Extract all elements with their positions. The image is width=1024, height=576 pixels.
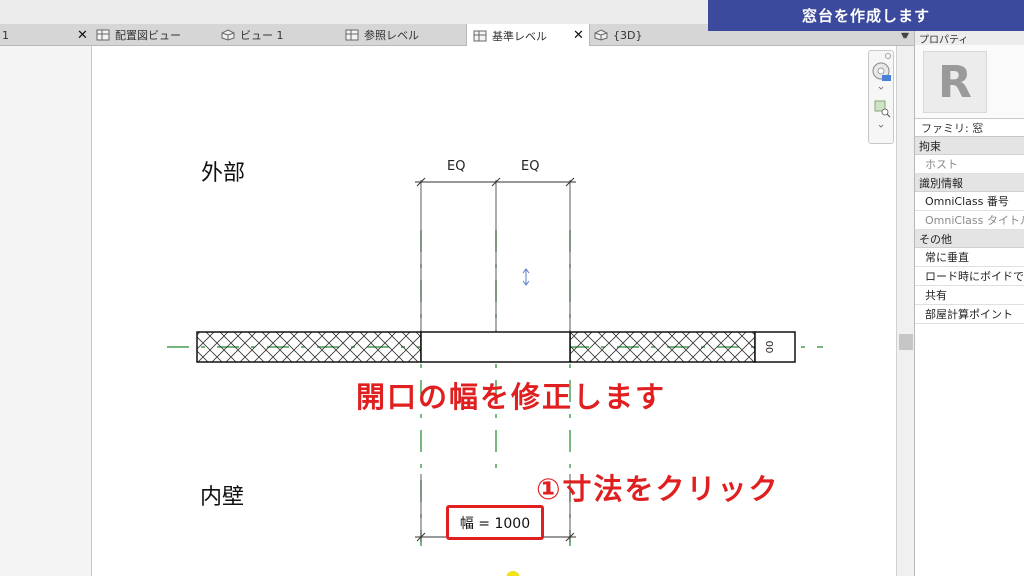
steering-wheel-icon[interactable] — [872, 53, 891, 90]
tab-label: {3D} — [613, 28, 643, 42]
navigation-bar — [868, 50, 894, 144]
title-banner: 窓台を作成します — [708, 0, 1024, 31]
instruction-step: ①寸法をクリック — [536, 472, 780, 506]
tab-reference-level[interactable]: 参照レベル — [345, 24, 419, 46]
3d-view-icon — [594, 29, 608, 41]
properties-panel: ▼ プロパティ R ファミリ: 窓 拘束 ホスト 識別情報 OmniClass … — [901, 31, 1024, 576]
tab-3d[interactable]: {3D} — [594, 24, 642, 46]
family-label[interactable]: ファミリ: 窓 — [915, 119, 1024, 137]
type-selector[interactable]: R — [915, 45, 1024, 119]
instruction-main: 開口の幅を修正します — [356, 380, 667, 414]
tab-label: ビュー 1 — [240, 29, 284, 42]
properties-title: ▼ プロパティ — [901, 31, 1024, 46]
tab-label: 参照レベル — [364, 29, 419, 42]
revit-logo-icon: R — [923, 51, 987, 113]
panel-dropdown-icon[interactable]: ▼ — [901, 31, 907, 40]
category-constraints[interactable]: 拘束 — [915, 137, 1024, 155]
property-row-omniclass-number[interactable]: OmniClass 番号 — [915, 192, 1024, 211]
tab-label: 配置図ビュー — [115, 29, 181, 42]
property-row-omniclass-title: OmniClass タイトル — [915, 211, 1024, 230]
tab-base-level[interactable]: 基準レベル ✕ — [466, 24, 590, 47]
eq-label-right[interactable]: EQ — [521, 159, 539, 174]
svg-text:00: 00 — [763, 341, 774, 354]
tab-label: 基準レベル — [492, 29, 547, 43]
left-panel — [0, 46, 92, 576]
property-row-always-vertical[interactable]: 常に垂直 — [915, 248, 1024, 267]
3d-view-icon — [221, 29, 235, 41]
tab-label: 1 — [2, 28, 9, 42]
property-row-host: ホスト — [915, 155, 1024, 174]
category-identity[interactable]: 識別情報 — [915, 174, 1024, 192]
tab-site-plan[interactable]: 配置図ビュー — [96, 24, 181, 46]
category-other[interactable]: その他 — [915, 230, 1024, 248]
exterior-label: 外部 — [201, 161, 246, 186]
plan-view-icon — [473, 30, 487, 41]
plan-view-icon — [345, 29, 359, 41]
tab-view-1[interactable]: 1 ✕ — [0, 24, 92, 46]
property-row-cut-with-voids[interactable]: ロード時にボイドで切り — [915, 267, 1024, 286]
property-row-room-calc-point[interactable]: 部屋計算ポイント — [915, 305, 1024, 324]
close-icon[interactable]: ✕ — [573, 28, 584, 43]
wall-end-marker: 00 — [763, 341, 774, 354]
plan-view-icon — [96, 29, 110, 41]
wall[interactable] — [196, 331, 796, 363]
close-icon[interactable]: ✕ — [77, 28, 88, 43]
tab-view-1-3d[interactable]: ビュー 1 — [221, 24, 284, 46]
vertical-scrollbar[interactable] — [896, 46, 914, 576]
width-dimension-value[interactable]: 幅 = 1000 — [446, 505, 544, 540]
interior-label: 内壁 — [200, 485, 245, 510]
scrollbar-thumb[interactable] — [899, 334, 913, 350]
property-row-shared[interactable]: 共有 — [915, 286, 1024, 305]
navigation-tools — [872, 53, 891, 128]
eq-label-left[interactable]: EQ — [447, 159, 465, 174]
zoom-region-icon[interactable] — [874, 100, 891, 128]
